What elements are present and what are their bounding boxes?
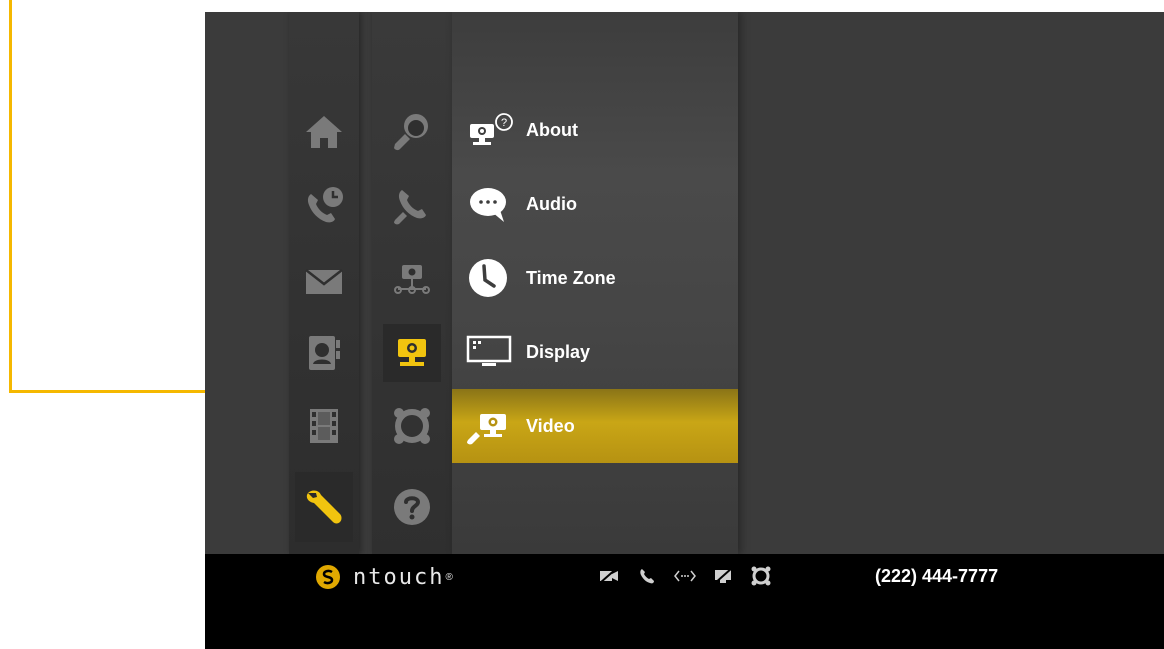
signal-icon bbox=[673, 564, 697, 588]
privacy-off-icon bbox=[711, 564, 735, 588]
home-icon bbox=[306, 116, 342, 148]
phone-icon bbox=[635, 564, 659, 588]
settings-category-nav bbox=[372, 12, 452, 554]
nav-network-settings-button[interactable] bbox=[383, 252, 441, 310]
nav-personal-settings-button[interactable] bbox=[383, 103, 441, 161]
wrench-icon bbox=[306, 490, 342, 524]
brand-registered-mark: ® bbox=[445, 571, 453, 583]
status-icons bbox=[597, 564, 773, 588]
device-settings-menu: ? About Audio Time Zone Display Video bbox=[452, 12, 738, 554]
video-center-icon bbox=[310, 409, 338, 443]
nav-call-history-button[interactable] bbox=[295, 177, 353, 235]
ntouch-screen: ? About Audio Time Zone Display Video nt… bbox=[205, 12, 1164, 649]
help-icon bbox=[394, 489, 430, 525]
callout-line-vertical bbox=[9, 0, 12, 393]
device-settings-icon bbox=[398, 339, 426, 366]
nav-help-button[interactable] bbox=[383, 472, 441, 542]
phone-number: (222) 444-7777 bbox=[875, 566, 999, 586]
brand-name: ntouch bbox=[353, 564, 445, 590]
video-settings-icon bbox=[464, 406, 518, 446]
menu-item-time-zone[interactable]: Time Zone bbox=[452, 241, 738, 315]
menu-item-label: Time Zone bbox=[526, 267, 616, 288]
status-bar: ntouch ® (222) 444-7777 bbox=[205, 554, 1164, 649]
menu-item-label: Audio bbox=[526, 193, 577, 214]
clock-icon bbox=[464, 258, 518, 298]
nav-mail-button[interactable] bbox=[295, 252, 353, 310]
sorenson-logo-icon bbox=[316, 565, 340, 589]
menu-item-video[interactable]: Video bbox=[452, 389, 738, 463]
nav-ring-settings-button[interactable] bbox=[383, 397, 441, 455]
contacts-icon bbox=[309, 336, 340, 370]
nav-home-button[interactable] bbox=[295, 103, 353, 161]
monitor-icon bbox=[464, 332, 518, 372]
menu-item-audio[interactable]: Audio bbox=[452, 167, 738, 241]
nav-device-settings-button[interactable] bbox=[383, 324, 441, 382]
ring-settings-icon bbox=[394, 408, 430, 444]
brand-logo: ntouch ® bbox=[315, 564, 453, 590]
menu-item-label: Display bbox=[526, 341, 591, 362]
menu-item-label: Video bbox=[526, 415, 575, 436]
nav-contacts-button[interactable] bbox=[295, 324, 353, 382]
call-settings-icon bbox=[394, 190, 426, 225]
mail-icon bbox=[305, 269, 343, 294]
menu-item-display[interactable]: Display bbox=[452, 315, 738, 389]
network-settings-icon bbox=[394, 265, 430, 294]
nav-settings-button[interactable] bbox=[295, 472, 353, 542]
nav-video-center-button[interactable] bbox=[295, 397, 353, 455]
primary-nav bbox=[289, 12, 359, 554]
personal-settings-icon bbox=[394, 114, 428, 151]
svg-text:?: ? bbox=[501, 117, 507, 129]
menu-item-about[interactable]: ? About bbox=[452, 93, 738, 167]
call-history-icon bbox=[307, 187, 343, 223]
speech-bubble-icon bbox=[464, 184, 518, 224]
device-about-icon: ? bbox=[464, 110, 518, 150]
ring-icon bbox=[749, 564, 773, 588]
menu-item-label: About bbox=[526, 119, 578, 140]
video-off-icon bbox=[597, 564, 621, 588]
nav-call-settings-button[interactable] bbox=[383, 177, 441, 235]
